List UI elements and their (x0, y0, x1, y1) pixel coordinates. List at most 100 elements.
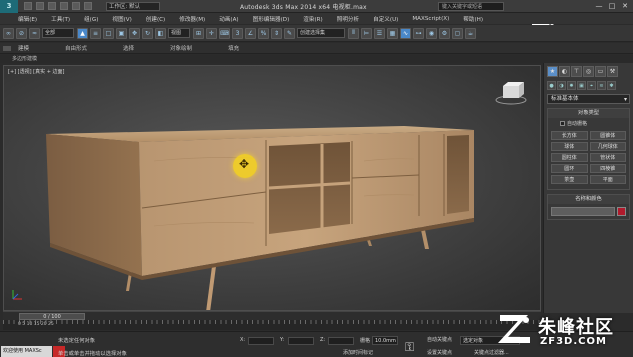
object-name-field[interactable] (551, 207, 615, 216)
new-file-icon[interactable] (24, 2, 32, 10)
space-warps-icon[interactable]: ≋ (597, 81, 606, 90)
close-button[interactable]: ✕ (620, 1, 630, 11)
menu-group[interactable]: 组(G) (84, 15, 98, 23)
set-key-button[interactable]: 设置关键点 (427, 349, 452, 356)
app-logo[interactable]: 3 (0, 0, 18, 13)
region-select-icon[interactable]: □ (103, 27, 114, 39)
snap-toggle-icon[interactable]: 3 (232, 27, 243, 39)
maximize-button[interactable]: □ (607, 1, 617, 11)
menu-edit[interactable]: 编辑(E) (18, 15, 37, 23)
cone-button[interactable]: 圆锥体 (589, 131, 626, 140)
sphere-button[interactable]: 球体 (551, 142, 588, 151)
redo-icon[interactable] (72, 2, 80, 10)
object-type-header[interactable]: 对象类型 (548, 109, 629, 118)
menu-lighting[interactable]: 照明分析 (337, 15, 359, 23)
menu-help[interactable]: 帮助(H) (463, 15, 483, 23)
geosphere-button[interactable]: 几何球体 (589, 142, 626, 151)
ribbon-tab-modeling[interactable]: 建模 (18, 44, 29, 52)
utilities-tab-icon[interactable]: ⚒ (607, 66, 618, 77)
link-icon[interactable]: ∞ (3, 27, 14, 39)
cameras-icon[interactable]: ▣ (577, 81, 586, 90)
add-time-tag[interactable]: 添加时间标记 (343, 349, 373, 356)
shapes-icon[interactable]: ◑ (557, 81, 566, 90)
reference-coordinate-dropdown[interactable]: 视图 (168, 28, 190, 38)
ribbon-tab-selection[interactable]: 选择 (123, 44, 134, 52)
percent-snap-icon[interactable]: % (258, 27, 269, 39)
box-button[interactable]: 长方体 (551, 131, 588, 140)
spinner-snap-icon[interactable]: ⇕ (271, 27, 282, 39)
viewport-label[interactable]: [+] [透视] [真实 + 边面] (8, 68, 64, 75)
rotate-icon[interactable]: ↻ (142, 27, 153, 39)
open-file-icon[interactable] (36, 2, 44, 10)
menu-create[interactable]: 创建(C) (146, 15, 165, 23)
menu-rendering[interactable]: 渲染(R) (303, 15, 322, 23)
ribbon-tab-populate[interactable]: 填充 (228, 44, 239, 52)
edit-named-sets-icon[interactable]: ✎ (284, 27, 295, 39)
hierarchy-tab-icon[interactable]: ⊤ (571, 66, 582, 77)
time-slider[interactable]: 0 / 100 (19, 313, 85, 320)
maxscript-listener[interactable]: 欢迎使用 MAXSc (1, 346, 52, 357)
rendered-frame-icon[interactable]: ▢ (452, 27, 463, 39)
render-production-icon[interactable]: ☕ (465, 27, 476, 39)
search-input[interactable]: 键入关键字或短语 (438, 2, 504, 11)
ribbon-tab-object-paint[interactable]: 对象绘制 (170, 44, 192, 52)
undo-icon[interactable] (60, 2, 68, 10)
geometry-icon[interactable]: ● (547, 81, 556, 90)
curve-editor-icon[interactable]: ∿ (400, 27, 411, 39)
select-object-icon[interactable]: ▲ (77, 27, 88, 39)
select-by-name-icon[interactable]: ≡ (90, 27, 101, 39)
save-file-icon[interactable] (48, 2, 56, 10)
angle-snap-icon[interactable]: ∠ (245, 27, 256, 39)
menu-animation[interactable]: 动画(A) (219, 15, 238, 23)
auto-grid-check[interactable] (560, 121, 565, 126)
time-slider-track[interactable]: 0 / 100 (3, 311, 541, 320)
display-tab-icon[interactable]: ▭ (595, 66, 606, 77)
motion-tab-icon[interactable]: ◎ (583, 66, 594, 77)
menu-graph-editors[interactable]: 图形编辑器(D) (253, 15, 290, 23)
align-icon[interactable]: ⊨ (361, 27, 372, 39)
helpers-icon[interactable]: ⌖ (587, 81, 596, 90)
torus-button[interactable]: 圆环 (551, 164, 588, 173)
z-coord-field[interactable] (328, 337, 354, 345)
menu-customize[interactable]: 自定义(U) (373, 15, 398, 23)
render-setup-icon[interactable]: ⚙ (439, 27, 450, 39)
hold-icon[interactable] (84, 2, 92, 10)
selection-filter-dropdown[interactable]: 全部 (42, 28, 74, 38)
viewcube-icon[interactable] (494, 80, 528, 106)
perspective-viewport[interactable]: [+] [透视] [真实 + 边面] (3, 65, 541, 311)
cylinder-button[interactable]: 圆柱体 (551, 153, 588, 162)
create-tab-icon[interactable]: ★ (547, 66, 558, 77)
auto-key-button[interactable]: 自动关键点 (427, 336, 452, 343)
keyboard-shortcut-icon[interactable]: ⌨ (219, 27, 230, 39)
bind-space-warp-icon[interactable]: ≈ (29, 27, 40, 39)
menu-modifiers[interactable]: 修改器(M) (179, 15, 205, 23)
material-editor-icon[interactable]: ◉ (426, 27, 437, 39)
tube-button[interactable]: 管状体 (589, 153, 626, 162)
window-crossing-icon[interactable]: ▣ (116, 27, 127, 39)
lights-icon[interactable]: ✹ (567, 81, 576, 90)
menu-tools[interactable]: 工具(T) (51, 15, 70, 23)
pyramid-button[interactable]: 四棱锥 (589, 164, 626, 173)
set-key-icon[interactable]: ⚿ (405, 340, 414, 355)
ribbon-tab-freeform[interactable]: 自由形式 (65, 44, 87, 52)
workspace-dropdown[interactable]: 工作区: 默认 (106, 1, 160, 11)
primitive-category-dropdown[interactable]: 标准基本体 (547, 94, 630, 104)
select-manipulate-icon[interactable]: ✛ (206, 27, 217, 39)
minimize-button[interactable]: — (594, 1, 604, 11)
scale-icon[interactable]: ◧ (155, 27, 166, 39)
unlink-icon[interactable]: ⊘ (16, 27, 27, 39)
object-color-swatch[interactable] (617, 207, 626, 216)
menu-views[interactable]: 视图(V) (112, 15, 131, 23)
ribbon-toggle-icon[interactable]: ▦ (387, 27, 398, 39)
x-coord-field[interactable] (248, 337, 274, 345)
layer-manager-icon[interactable]: ☰ (374, 27, 385, 39)
y-coord-field[interactable] (288, 337, 314, 345)
move-icon[interactable]: ✥ (129, 27, 140, 39)
mirror-icon[interactable]: ⫴ (348, 27, 359, 39)
systems-icon[interactable]: ✱ (607, 81, 616, 90)
auto-grid-checkbox[interactable]: 自动栅格 (548, 118, 629, 129)
schematic-view-icon[interactable]: ⊶ (413, 27, 424, 39)
plane-button[interactable]: 平面 (589, 175, 626, 184)
track-bar[interactable] (3, 320, 541, 330)
teapot-button[interactable]: 茶壶 (551, 175, 588, 184)
